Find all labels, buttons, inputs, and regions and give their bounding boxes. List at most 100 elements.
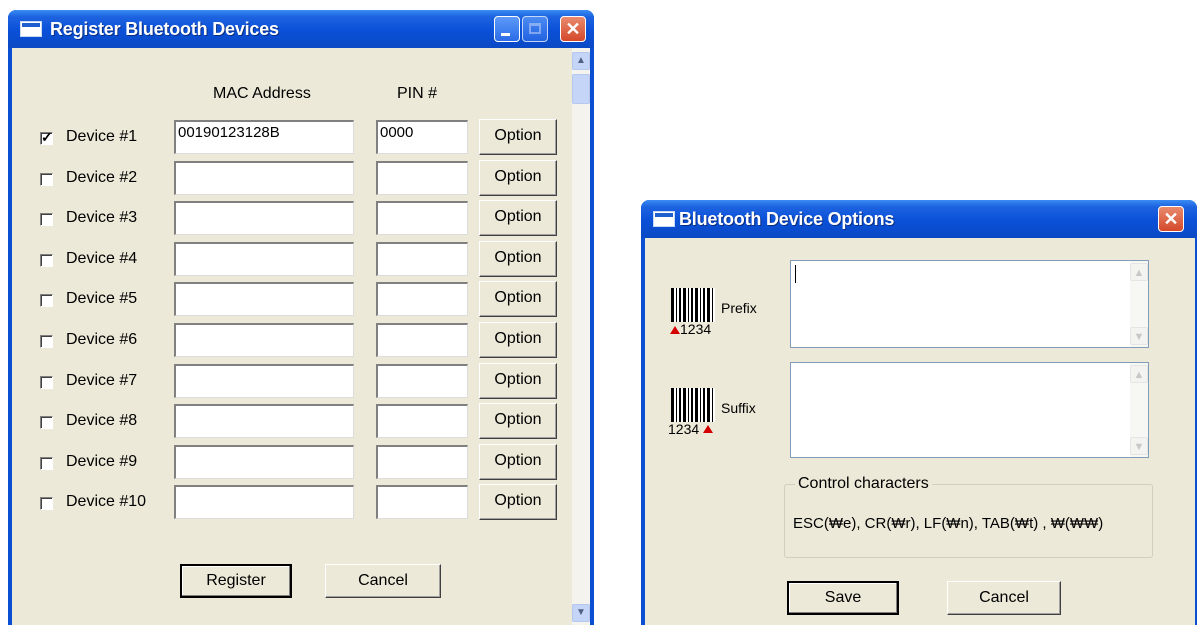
- mac-address-input[interactable]: [174, 404, 354, 438]
- prefix-marker-icon: [670, 326, 680, 334]
- device-label: Device #10: [66, 493, 147, 510]
- mac-address-input[interactable]: [174, 323, 354, 357]
- pin-column-header: PIN #: [397, 85, 438, 102]
- suffix-textarea[interactable]: ▲ ▼: [790, 362, 1149, 458]
- cancel-button[interactable]: Cancel: [947, 581, 1061, 615]
- device-checkbox[interactable]: [40, 335, 53, 348]
- option-button[interactable]: Option: [479, 241, 557, 277]
- device-label: Device #4: [66, 250, 138, 267]
- device-label: Device #7: [66, 372, 138, 389]
- device-checkbox[interactable]: [40, 416, 53, 429]
- pin-input[interactable]: [376, 282, 468, 316]
- barcode-icon: [671, 288, 715, 322]
- pin-input[interactable]: [376, 485, 468, 519]
- device-label: Device #9: [66, 453, 138, 470]
- option-button[interactable]: Option: [479, 403, 557, 439]
- pin-input[interactable]: [376, 404, 468, 438]
- barcode-icon: [671, 388, 715, 422]
- register-button[interactable]: Register: [180, 564, 292, 598]
- prefix-code: 1234: [680, 321, 712, 337]
- prefix-label: Prefix: [721, 300, 757, 316]
- options-window-title: Bluetooth Device Options: [679, 209, 895, 229]
- maximize-icon: [529, 23, 541, 34]
- option-button[interactable]: Option: [479, 444, 557, 480]
- mac-address-input[interactable]: [174, 161, 354, 195]
- checkmark-icon: ✓: [41, 129, 53, 145]
- close-icon: ✕: [1163, 209, 1179, 229]
- close-icon: ✕: [565, 19, 581, 39]
- device-label: Device #2: [66, 169, 138, 186]
- suffix-marker-icon: [703, 425, 713, 433]
- device-checkbox[interactable]: [40, 254, 53, 267]
- device-label: Device #8: [66, 412, 138, 429]
- chevron-down-icon[interactable]: ▼: [1130, 437, 1148, 455]
- suffix-code: 1234: [668, 421, 700, 437]
- device-checkbox[interactable]: ✓: [40, 129, 53, 145]
- chevron-up-icon[interactable]: ▲: [1130, 263, 1148, 281]
- control-characters-group: Control characters ESC(₩e), CR(₩r), LF(₩…: [784, 475, 1153, 558]
- mac-address-input[interactable]: [174, 282, 354, 316]
- minimize-icon: [501, 33, 510, 36]
- device-checkbox[interactable]: [40, 457, 53, 470]
- close-button[interactable]: ✕: [1158, 206, 1184, 232]
- option-button[interactable]: Option: [479, 119, 557, 155]
- register-window-title: Register Bluetooth Devices: [50, 19, 279, 39]
- register-window-titlebar[interactable]: Register Bluetooth Devices ✕: [8, 10, 594, 48]
- device-label: Device #3: [66, 209, 138, 226]
- device-label: Device #1: [66, 128, 138, 145]
- maximize-button[interactable]: [522, 16, 548, 42]
- device-checkbox[interactable]: [40, 213, 53, 226]
- prefix-scrollbar[interactable]: ▲ ▼: [1130, 261, 1148, 347]
- control-characters-title: Control characters: [795, 475, 932, 493]
- chevron-up-icon[interactable]: ▲: [1130, 365, 1148, 383]
- device-checkbox[interactable]: [40, 497, 53, 510]
- pin-input[interactable]: [376, 445, 468, 479]
- device-checkbox[interactable]: [40, 376, 53, 389]
- window-icon: [20, 21, 42, 37]
- mac-address-column-header: MAC Address: [213, 85, 311, 102]
- mac-address-input[interactable]: [174, 445, 354, 479]
- pin-input[interactable]: [376, 201, 468, 235]
- mac-address-input[interactable]: [174, 242, 354, 276]
- pin-input[interactable]: [376, 242, 468, 276]
- mac-address-input[interactable]: [174, 485, 354, 519]
- bluetooth-device-options-window: Bluetooth Device Options ✕ 1234 Prefix ▲…: [641, 200, 1197, 625]
- option-button[interactable]: Option: [479, 363, 557, 399]
- mac-address-input[interactable]: [174, 201, 354, 235]
- vertical-scrollbar[interactable]: ▲ ▼: [572, 48, 590, 625]
- chevron-down-icon[interactable]: ▼: [1130, 327, 1148, 345]
- cancel-button[interactable]: Cancel: [325, 564, 441, 598]
- prefix-textarea[interactable]: ▲ ▼: [790, 260, 1149, 348]
- device-label: Device #5: [66, 290, 138, 307]
- window-icon: [653, 211, 675, 227]
- register-bluetooth-devices-window: Register Bluetooth Devices ✕ MAC Address…: [8, 10, 594, 625]
- option-button[interactable]: Option: [479, 322, 557, 358]
- device-checkbox[interactable]: [40, 173, 53, 186]
- text-caret: [795, 265, 796, 283]
- options-window-titlebar[interactable]: Bluetooth Device Options ✕: [641, 200, 1197, 238]
- device-checkbox[interactable]: [40, 294, 53, 307]
- option-button[interactable]: Option: [479, 160, 557, 196]
- scroll-down-button[interactable]: ▼: [572, 604, 590, 622]
- minimize-button[interactable]: [494, 16, 520, 42]
- pin-input[interactable]: [376, 161, 468, 195]
- option-button[interactable]: Option: [479, 200, 557, 236]
- pin-input[interactable]: [376, 364, 468, 398]
- chevron-up-icon: ▲: [576, 55, 586, 66]
- suffix-scrollbar[interactable]: ▲ ▼: [1130, 363, 1148, 457]
- mac-address-input[interactable]: [174, 364, 354, 398]
- close-button[interactable]: ✕: [560, 16, 586, 42]
- suffix-label: Suffix: [721, 400, 756, 416]
- chevron-down-icon: ▼: [576, 607, 586, 618]
- scroll-up-button[interactable]: ▲: [572, 52, 590, 70]
- options-window-client: 1234 Prefix ▲ ▼ 1234 Suffix ▲ ▼ Control …: [645, 238, 1195, 625]
- option-button[interactable]: Option: [479, 281, 557, 317]
- save-button[interactable]: Save: [787, 581, 899, 615]
- register-window-client: MAC Address PIN # ✓ Device #1 00190123128B…: [12, 48, 590, 625]
- option-button[interactable]: Option: [479, 484, 557, 520]
- scroll-thumb[interactable]: [572, 74, 590, 104]
- pin-input[interactable]: [376, 323, 468, 357]
- pin-input[interactable]: 0000: [376, 120, 468, 154]
- mac-address-input[interactable]: 00190123128B: [174, 120, 354, 154]
- device-label: Device #6: [66, 331, 138, 348]
